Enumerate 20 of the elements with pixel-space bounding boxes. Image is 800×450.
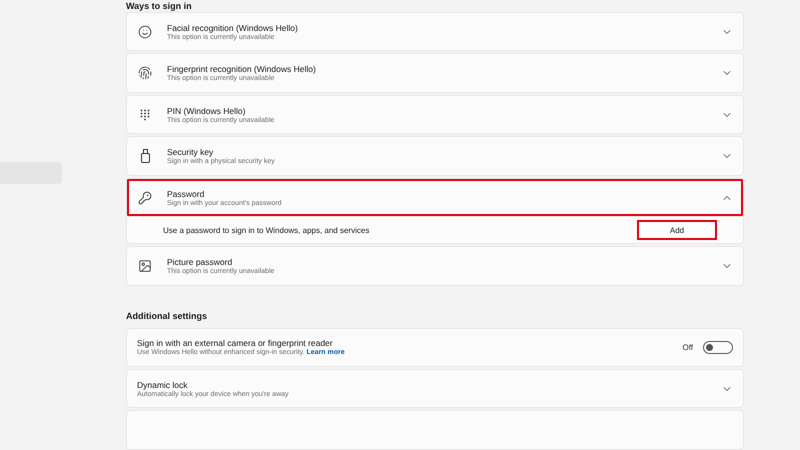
- setting-title: Dynamic lock: [137, 380, 189, 390]
- smiley-face-icon: [138, 24, 152, 39]
- option-title: Facial recognition (Windows Hello): [167, 22, 299, 33]
- panel-description: Use a password to sign in to Windows, apps, and services: [163, 226, 370, 235]
- option-title: Security key: [167, 147, 214, 158]
- option-title: Picture password: [167, 256, 234, 267]
- section-heading: Additional settings: [126, 310, 208, 322]
- option-title: PIN (Windows Hello): [167, 106, 246, 116]
- key-icon: [138, 190, 152, 205]
- usb-key-icon: [140, 149, 150, 164]
- setting-title: Sign in with an external camera or fingerprint reader: [137, 338, 334, 348]
- toggle-switch[interactable]: [703, 340, 733, 354]
- toggle-state-label: Off: [682, 342, 693, 352]
- section-heading: Ways to sign in: [126, 0, 193, 12]
- fingerprint-icon: [138, 66, 152, 80]
- picture-icon: [138, 258, 152, 273]
- keypad-icon: [140, 108, 150, 121]
- add-button[interactable]: Add: [637, 220, 717, 240]
- option-title: Password: [167, 188, 206, 199]
- option-title: Fingerprint recognition (Windows Hello): [167, 64, 317, 74]
